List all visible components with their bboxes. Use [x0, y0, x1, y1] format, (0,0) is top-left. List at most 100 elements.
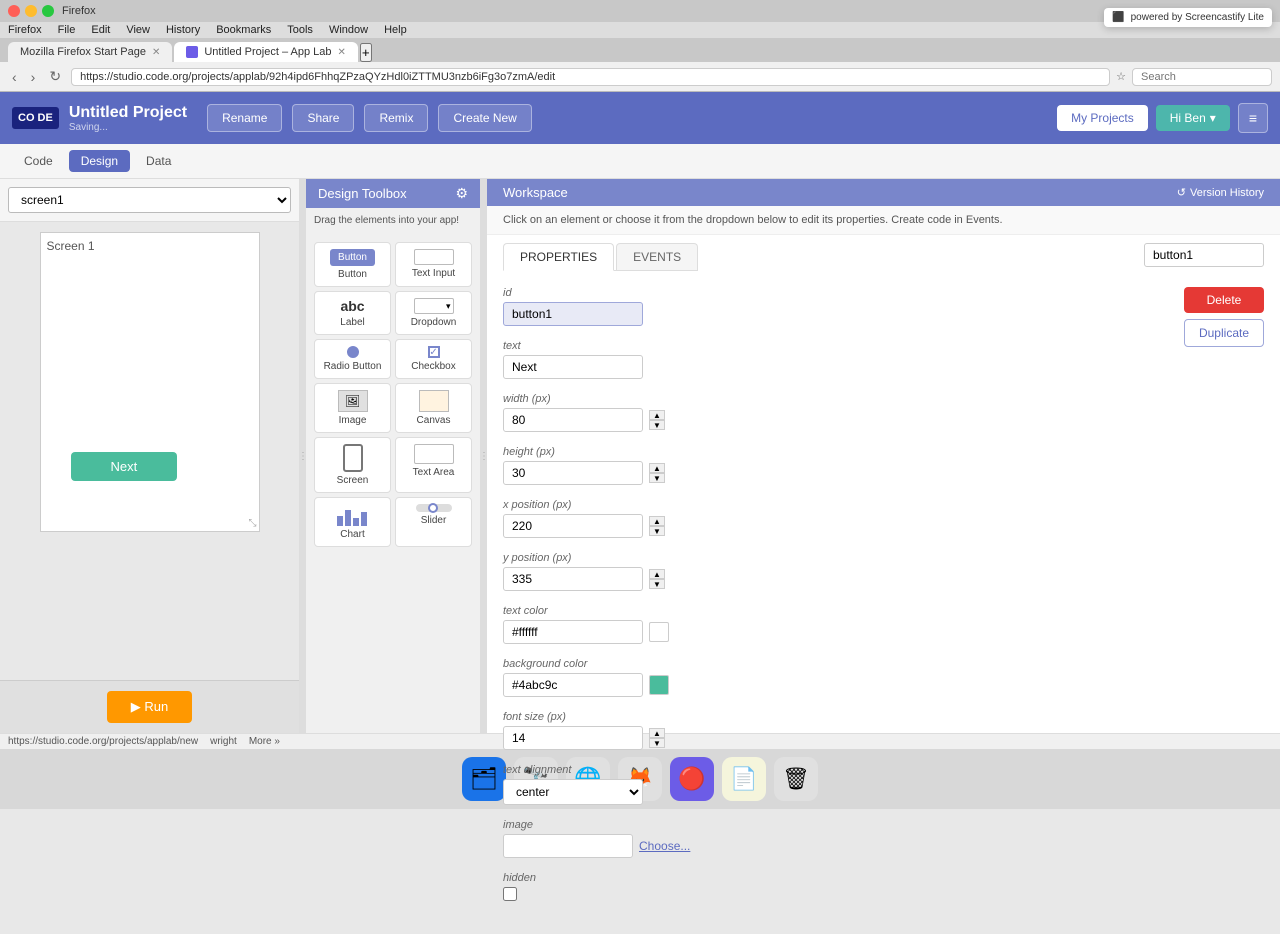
tool-chart[interactable]: Chart [314, 497, 391, 547]
y-down-button[interactable]: ▼ [649, 579, 665, 589]
version-history-button[interactable]: ↺ Version History [1177, 186, 1264, 199]
x-up-button[interactable]: ▲ [649, 516, 665, 526]
prop-text-color: text color [503, 605, 1168, 644]
screen-select[interactable]: screen1 [8, 187, 291, 213]
element-selector[interactable]: button1 [1144, 243, 1264, 267]
prop-x-label: x position (px) [503, 499, 1168, 511]
nav-forward-button[interactable]: › [27, 67, 40, 87]
browser-tabs: Mozilla Firefox Start Page ✕ Untitled Pr… [0, 38, 1280, 62]
nav-back-button[interactable]: ‹ [8, 67, 21, 87]
textinput-tool-icon [414, 249, 454, 265]
hi-ben-label: Hi Ben [1170, 111, 1206, 125]
tool-radio-button[interactable]: Radio Button [314, 339, 391, 379]
menu-history[interactable]: History [166, 24, 200, 36]
prop-hidden: hidden [503, 872, 1168, 904]
tool-textarea[interactable]: Text Area [395, 437, 472, 493]
prop-width-input[interactable] [503, 408, 643, 432]
tool-slider[interactable]: Slider [395, 497, 472, 547]
duplicate-button[interactable]: Duplicate [1184, 319, 1264, 347]
prop-bg-color-input[interactable] [503, 673, 643, 697]
tab-close-applab[interactable]: ✕ [338, 47, 346, 58]
font-size-down-button[interactable]: ▼ [649, 738, 665, 748]
bookmark-button[interactable]: ☆ [1116, 70, 1126, 83]
tab-data[interactable]: Data [134, 150, 183, 172]
height-down-button[interactable]: ▼ [649, 473, 665, 483]
prop-height-input[interactable] [503, 461, 643, 485]
text-color-swatch[interactable] [649, 622, 669, 642]
prop-hidden-checkbox[interactable] [503, 887, 517, 901]
choose-image-button[interactable]: Choose... [639, 839, 690, 853]
prop-height: height (px) ▲ ▼ [503, 446, 1168, 485]
tool-dropdown[interactable]: ▾ Dropdown [395, 291, 472, 335]
menu-edit[interactable]: Edit [91, 24, 110, 36]
tool-label[interactable]: abc Label [314, 291, 391, 335]
menu-firefox[interactable]: Firefox [8, 24, 42, 36]
hamburger-menu-button[interactable]: ≡ [1238, 103, 1268, 133]
tool-screen[interactable]: Screen [314, 437, 391, 493]
prop-text-color-input[interactable] [503, 620, 643, 644]
workspace-title: Workspace [503, 185, 568, 200]
traffic-light-close[interactable] [8, 5, 20, 17]
menu-help[interactable]: Help [384, 24, 407, 36]
menu-bookmarks[interactable]: Bookmarks [216, 24, 271, 36]
prop-image-input[interactable] [503, 834, 633, 858]
radio-tool-icon [347, 346, 359, 358]
width-down-button[interactable]: ▼ [649, 420, 665, 430]
delete-button[interactable]: Delete [1184, 287, 1264, 313]
tab-events[interactable]: EVENTS [616, 243, 698, 270]
tool-canvas[interactable]: Canvas [395, 383, 472, 433]
menu-window[interactable]: Window [329, 24, 368, 36]
menu-file[interactable]: File [58, 24, 76, 36]
status-more[interactable]: More » [249, 736, 280, 747]
height-up-button[interactable]: ▲ [649, 463, 665, 473]
tab-design[interactable]: Design [69, 150, 130, 172]
prop-id-input[interactable] [503, 302, 643, 326]
browser-tab-firefox[interactable]: Mozilla Firefox Start Page ✕ [8, 42, 172, 62]
prop-bg-color: background color [503, 658, 1168, 697]
share-button[interactable]: Share [292, 104, 354, 132]
dropdown-tool-label: Dropdown [411, 317, 457, 328]
tab-code[interactable]: Code [12, 150, 65, 172]
menu-view[interactable]: View [126, 24, 150, 36]
search-input[interactable] [1132, 68, 1272, 86]
prop-x-input[interactable] [503, 514, 643, 538]
prop-text-color-row [503, 620, 1168, 644]
rename-button[interactable]: Rename [207, 104, 282, 132]
address-bar[interactable] [71, 68, 1110, 86]
font-size-up-button[interactable]: ▲ [649, 728, 665, 738]
traffic-light-minimize[interactable] [25, 5, 37, 17]
browser-tab-applab[interactable]: Untitled Project – App Lab ✕ [174, 42, 358, 62]
prop-text-align-select[interactable]: left center right [503, 779, 643, 805]
tool-checkbox[interactable]: ✓ Checkbox [395, 339, 472, 379]
button-tool-icon: Button [330, 249, 375, 266]
tab-label: Untitled Project – App Lab [204, 46, 331, 58]
run-button[interactable]: ▶ Run [107, 691, 192, 723]
dropdown-arrow-icon: ▾ [1210, 111, 1216, 125]
tab-properties[interactable]: PROPERTIES [503, 243, 614, 271]
menu-tools[interactable]: Tools [287, 24, 313, 36]
new-tab-button[interactable]: + [360, 43, 372, 62]
prop-y-input[interactable] [503, 567, 643, 591]
tool-button[interactable]: Button Button [314, 242, 391, 287]
traffic-light-fullscreen[interactable] [42, 5, 54, 17]
x-down-button[interactable]: ▼ [649, 526, 665, 536]
my-projects-button[interactable]: My Projects [1057, 105, 1148, 131]
width-up-button[interactable]: ▲ [649, 410, 665, 420]
prop-font-size-input[interactable] [503, 726, 643, 750]
canvas-resize-handle[interactable]: ⤡ [249, 518, 257, 529]
remix-button[interactable]: Remix [364, 104, 428, 132]
tool-text-input[interactable]: Text Input [395, 242, 472, 287]
nav-reload-button[interactable]: ↻ [45, 66, 65, 87]
create-new-button[interactable]: Create New [438, 104, 531, 132]
tab-close-firefox[interactable]: ✕ [152, 47, 160, 58]
tool-image[interactable]: 🖼 Image [314, 383, 391, 433]
radio-tool-label: Radio Button [324, 361, 382, 372]
canvas-next-button[interactable]: Next [71, 452, 178, 481]
hi-ben-button[interactable]: Hi Ben ▾ [1156, 105, 1230, 131]
toolbox-gear-icon[interactable]: ⚙ [455, 185, 468, 202]
prop-hidden-label: hidden [503, 872, 1168, 884]
prop-text-input[interactable] [503, 355, 643, 379]
workspace-description: Click on an element or choose it from th… [487, 206, 1280, 235]
y-up-button[interactable]: ▲ [649, 569, 665, 579]
bg-color-swatch[interactable] [649, 675, 669, 695]
